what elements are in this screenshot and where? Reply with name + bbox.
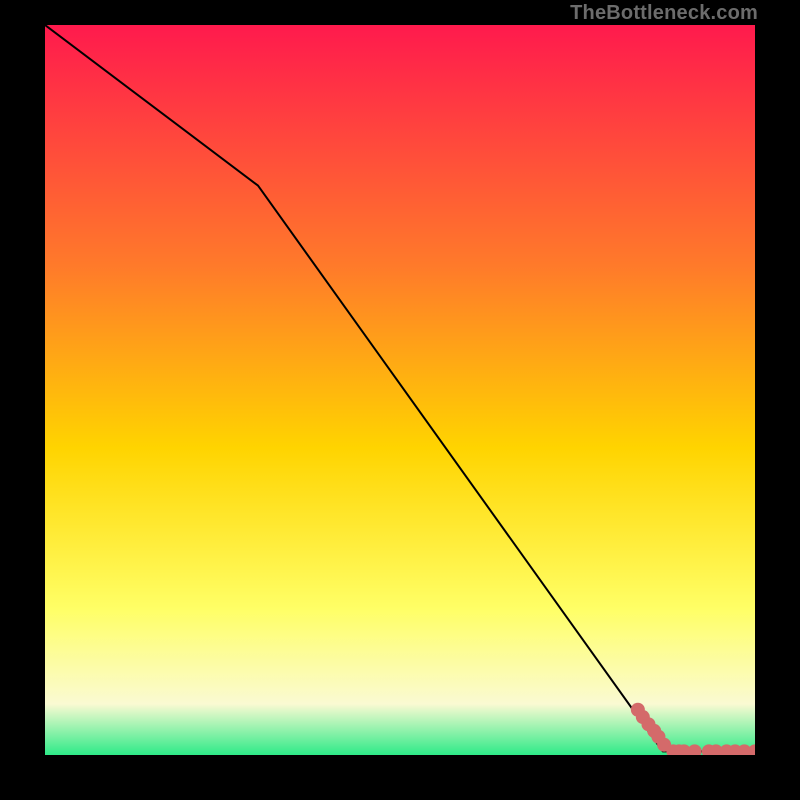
data-marker xyxy=(748,744,755,755)
plot-area xyxy=(45,25,755,755)
marker-group xyxy=(631,703,755,755)
main-curve xyxy=(45,25,755,751)
chart-stage: TheBottleneck.com xyxy=(0,0,800,800)
attribution-text: TheBottleneck.com xyxy=(570,2,758,25)
data-marker xyxy=(688,744,702,755)
curve-layer xyxy=(45,25,755,755)
